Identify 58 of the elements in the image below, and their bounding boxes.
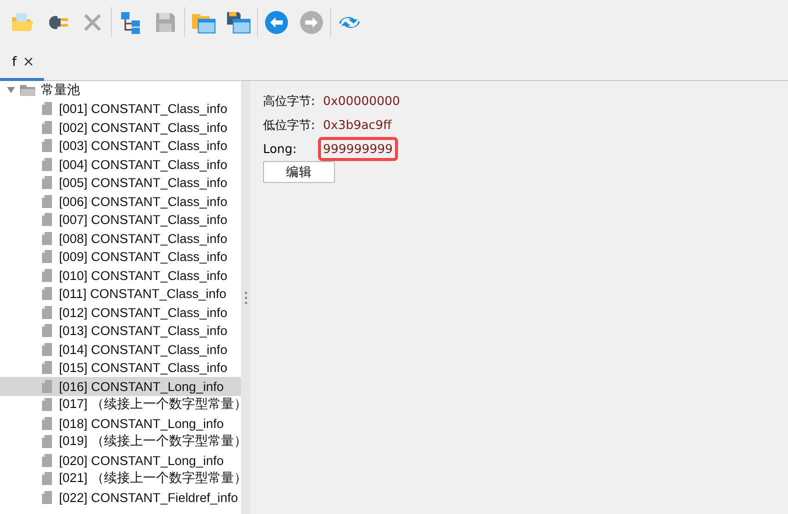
tree-item[interactable]: [001] CONSTANT_Class_info bbox=[0, 100, 241, 118]
tree-item[interactable]: [018] CONSTANT_Long_info bbox=[0, 414, 241, 432]
tree-item[interactable]: [017] （续接上一个数字型常量） bbox=[0, 396, 241, 414]
document-icon bbox=[42, 102, 52, 116]
tree-item[interactable]: [011] CONSTANT_Class_info bbox=[0, 284, 241, 303]
document-icon bbox=[42, 213, 52, 226]
document-icon bbox=[42, 250, 52, 264]
document-icon bbox=[42, 435, 52, 448]
field-value: 0x00000000 bbox=[322, 93, 401, 110]
document-icon bbox=[42, 324, 52, 338]
field-label: Long: bbox=[263, 142, 298, 156]
document-icon bbox=[42, 158, 52, 171]
document-icon bbox=[42, 361, 52, 374]
tree-item[interactable]: [022] CONSTANT_Fieldref_info bbox=[0, 488, 241, 506]
field-value: 0x3b9ac9ff bbox=[322, 117, 393, 134]
document-icon bbox=[42, 416, 52, 430]
tree-item[interactable]: [014] CONSTANT_Class_info bbox=[0, 340, 241, 358]
field-label: 低位字节: bbox=[263, 116, 316, 134]
tree-item[interactable]: [012] CONSTANT_Class_info bbox=[0, 303, 241, 322]
field-value: 999999999 bbox=[318, 137, 398, 161]
document-icon bbox=[42, 398, 52, 412]
document-icon bbox=[42, 194, 52, 208]
document-icon bbox=[42, 176, 52, 190]
tree-item[interactable]: 常量池 bbox=[41, 82, 80, 99]
tree-item[interactable]: [006] CONSTANT_Class_info bbox=[0, 192, 241, 210]
edit-button[interactable]: 编辑 bbox=[263, 161, 335, 183]
tree-item[interactable]: [015] CONSTANT_Class_info bbox=[0, 358, 241, 377]
tree-item[interactable]: [016] CONSTANT_Long_info bbox=[0, 377, 241, 396]
tree-item[interactable]: [003] CONSTANT_Class_info bbox=[0, 136, 241, 155]
tree-item[interactable]: [002] CONSTANT_Class_info bbox=[0, 118, 241, 136]
tree-item[interactable]: [010] CONSTANT_Class_info bbox=[0, 266, 241, 284]
tree-item[interactable]: [005] CONSTANT_Class_info bbox=[0, 174, 241, 192]
grip-icon[interactable] bbox=[244, 290, 248, 304]
document-icon bbox=[42, 380, 52, 393]
tree-item[interactable]: [007] CONSTANT_Class_info bbox=[0, 210, 241, 229]
field-label: 高位字节: bbox=[263, 92, 316, 110]
document-icon bbox=[42, 306, 52, 319]
document-icon bbox=[42, 268, 52, 282]
expanded-arrow-icon[interactable] bbox=[6, 85, 16, 96]
close-icon[interactable]: × bbox=[22, 54, 34, 70]
document-icon bbox=[42, 232, 52, 245]
document-icon bbox=[42, 139, 52, 152]
tree-item[interactable]: [019] （续接上一个数字型常量） bbox=[0, 432, 241, 451]
tree-item[interactable]: [020] CONSTANT_Long_info bbox=[0, 451, 241, 470]
tree-item[interactable]: [008] CONSTANT_Class_info bbox=[0, 229, 241, 248]
floppy-window-icon[interactable] bbox=[226, 10, 251, 34]
tree-item[interactable]: [004] CONSTANT_Class_info bbox=[0, 155, 241, 174]
document-icon bbox=[42, 472, 52, 486]
document-icon bbox=[42, 342, 52, 356]
document-icon bbox=[42, 490, 52, 504]
document-icon bbox=[42, 454, 52, 467]
folder-icon bbox=[20, 84, 36, 97]
tree-item[interactable]: [021] （续接上一个数字型常量） bbox=[0, 470, 241, 488]
tree-item[interactable]: [009] CONSTANT_Class_info bbox=[0, 248, 241, 266]
hierarchy-icon[interactable] bbox=[118, 10, 143, 34]
document-icon bbox=[42, 120, 52, 134]
document-icon bbox=[42, 287, 52, 300]
tree-item[interactable]: [013] CONSTANT_Class_info bbox=[0, 322, 241, 340]
